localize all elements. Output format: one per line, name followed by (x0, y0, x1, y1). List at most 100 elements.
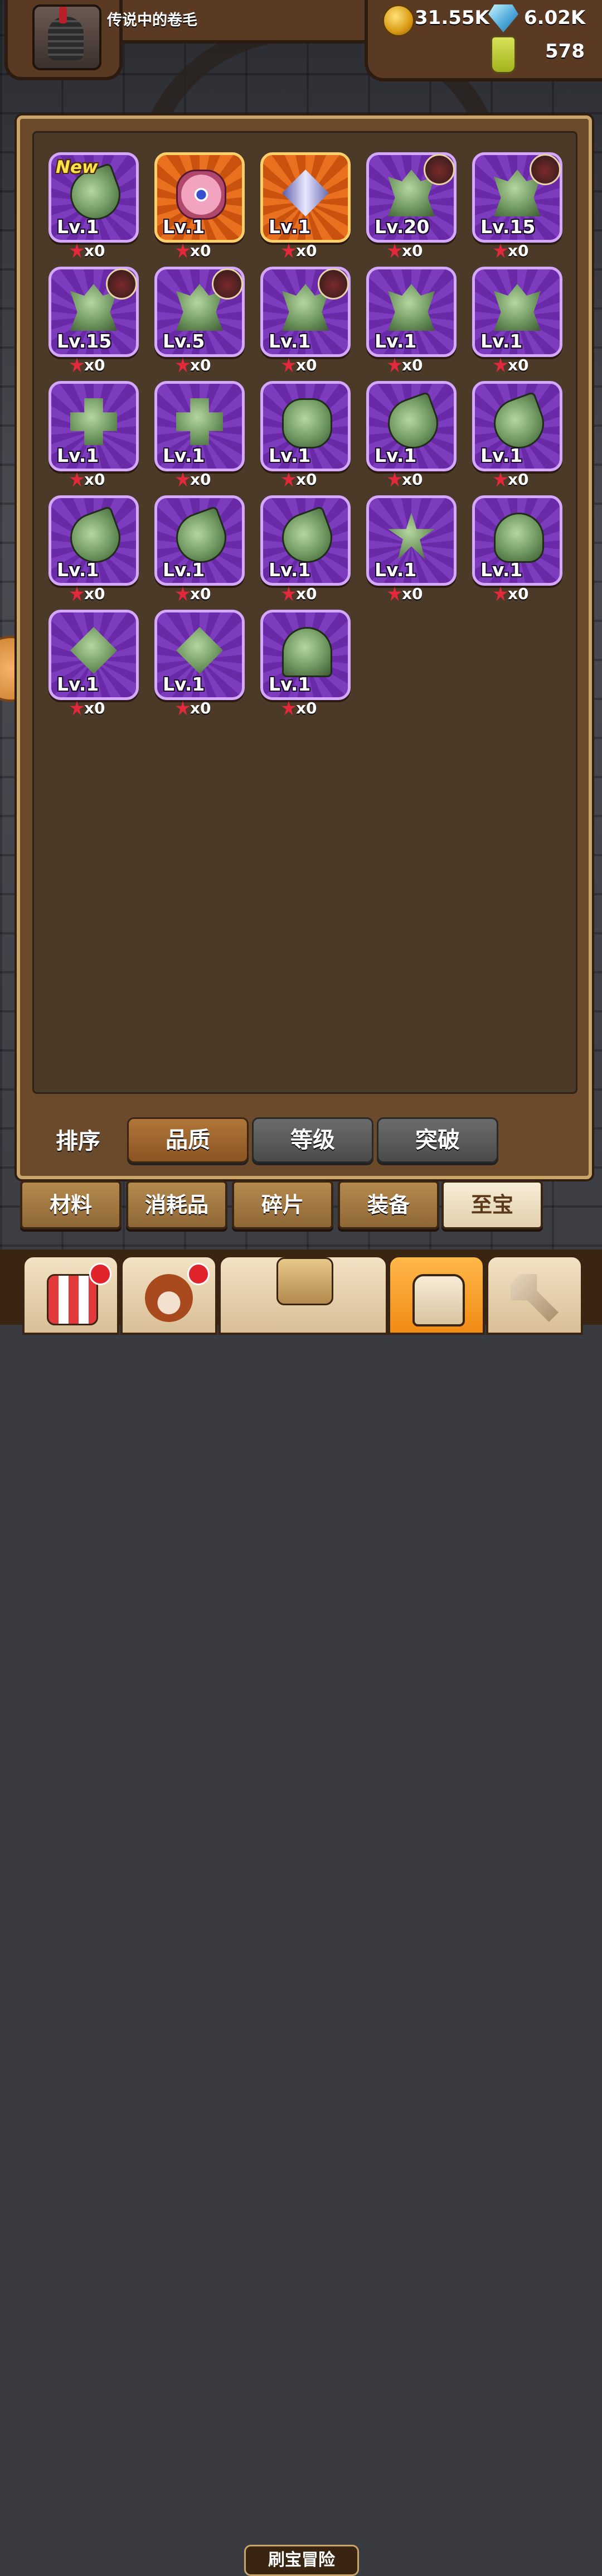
item-count: x0 (176, 242, 211, 262)
item-count: x0 (176, 470, 211, 490)
item-card[interactable]: Lv.1 (472, 267, 562, 357)
item-cell[interactable]: Lv.1 x0 (48, 495, 140, 603)
item-count-value: x0 (296, 242, 317, 260)
backpack-icon (412, 1274, 465, 1326)
item-card[interactable]: Lv.15 (48, 267, 139, 357)
tab-materials[interactable]: 材料 (20, 1180, 122, 1229)
nav-shop[interactable] (22, 1255, 119, 1335)
item-cell[interactable]: Lv.1 x0 (366, 267, 458, 374)
item-card[interactable]: Lv.1 (260, 495, 351, 586)
red-star-icon (493, 243, 508, 258)
red-star-icon (387, 472, 402, 487)
item-card[interactable]: Lv.1 (48, 610, 139, 700)
green-cross-icon (70, 398, 117, 445)
item-card[interactable]: Lv.1 (366, 267, 457, 357)
item-count: x0 (387, 470, 423, 490)
item-count-value: x0 (296, 356, 317, 374)
green-crystal-icon (388, 284, 435, 331)
item-level: Lv.15 (57, 330, 112, 352)
item-count: x0 (493, 470, 529, 490)
item-card[interactable]: Lv.1 (154, 152, 245, 243)
nav-heroes[interactable] (120, 1255, 217, 1335)
item-count-value: x0 (402, 585, 423, 603)
item-count: x0 (176, 585, 211, 605)
item-level: Lv.1 (269, 673, 311, 695)
item-level: Lv.1 (375, 330, 417, 352)
avatar[interactable] (32, 4, 101, 70)
red-star-icon (387, 586, 402, 601)
item-level: Lv.15 (480, 216, 536, 238)
item-cell[interactable]: Lv.1 x0 (260, 152, 352, 260)
item-cell[interactable]: Lv.1 x0 (260, 267, 352, 374)
sort-breakthrough-button[interactable]: 突破 (377, 1117, 498, 1163)
item-card[interactable]: Lv.1 (154, 495, 245, 586)
item-cell[interactable]: Lv.1 x0 (154, 610, 246, 717)
item-card[interactable]: Lv.1 (154, 381, 245, 471)
sort-level-button[interactable]: 等级 (252, 1117, 373, 1163)
tab-fragments[interactable]: 碎片 (232, 1180, 333, 1229)
item-card[interactable]: Lv.1 (154, 610, 245, 700)
item-cell[interactable]: Lv.20 x0 (366, 152, 458, 260)
hero-portrait-icon (424, 154, 455, 185)
item-cell[interactable]: Lv.5 x0 (154, 267, 246, 374)
item-level: Lv.1 (269, 330, 311, 352)
item-level: Lv.1 (57, 673, 99, 695)
item-count: x0 (281, 470, 317, 490)
avatar-frame[interactable] (4, 0, 123, 80)
item-card[interactable]: Lv.15 (472, 152, 562, 243)
red-star-icon (281, 243, 296, 258)
nav-inventory[interactable] (388, 1255, 485, 1335)
item-cell[interactable]: Lv.1 x0 (260, 495, 352, 603)
red-star-icon (70, 358, 84, 373)
item-card[interactable]: Lv.1 (366, 495, 457, 586)
nav-adventure[interactable] (219, 1255, 388, 1335)
item-cell[interactable]: New Lv.1 x0 (48, 152, 140, 260)
bottom-nav: 刷宝冒险 (0, 1250, 602, 2576)
item-cell[interactable]: Lv.15 x0 (472, 152, 564, 260)
tab-consumables[interactable]: 消耗品 (126, 1180, 227, 1229)
green-cross-icon (176, 398, 223, 445)
item-card[interactable]: Lv.20 (366, 152, 457, 243)
item-card[interactable]: Lv.1 (472, 495, 562, 586)
nav-forge[interactable] (486, 1255, 583, 1335)
tab-equipment[interactable]: 装备 (338, 1180, 439, 1229)
red-star-icon (176, 243, 190, 258)
item-count-value: x0 (84, 242, 105, 260)
item-cell[interactable]: Lv.1 x0 (260, 610, 352, 717)
red-star-icon (281, 586, 296, 601)
item-count-value: x0 (84, 699, 105, 717)
category-tabs: 材料 消耗品 碎片 装备 至宝 (0, 1178, 602, 1234)
item-cell[interactable]: Lv.1 x0 (154, 152, 246, 260)
item-card[interactable]: Lv.1 (48, 381, 139, 471)
item-cell[interactable]: Lv.1 x0 (472, 381, 564, 489)
item-card[interactable]: Lv.1 (260, 610, 351, 700)
item-count-value: x0 (296, 470, 317, 489)
green-diamond-icon (176, 627, 223, 674)
item-cell[interactable]: Lv.1 x0 (48, 610, 140, 717)
item-cell[interactable]: Lv.1 x0 (154, 381, 246, 489)
item-count: x0 (493, 585, 529, 605)
sort-quality-button[interactable]: 品质 (127, 1117, 249, 1163)
item-card[interactable]: Lv.1 (260, 381, 351, 471)
item-card[interactable]: Lv.5 (154, 267, 245, 357)
tab-treasures[interactable]: 至宝 (441, 1180, 543, 1229)
red-star-icon (70, 243, 84, 258)
item-cell[interactable]: Lv.1 x0 (472, 267, 564, 374)
item-level: Lv.1 (375, 445, 417, 466)
item-card[interactable]: New Lv.1 (48, 152, 139, 243)
item-cell[interactable]: Lv.1 x0 (472, 495, 564, 603)
item-cell[interactable]: Lv.1 x0 (366, 381, 458, 489)
item-card[interactable]: Lv.1 (260, 267, 351, 357)
item-card[interactable]: Lv.1 (472, 381, 562, 471)
item-card[interactable]: Lv.1 (48, 495, 139, 586)
item-card[interactable]: Lv.1 (260, 152, 351, 243)
red-star-icon (387, 358, 402, 373)
item-cell[interactable]: Lv.15 x0 (48, 267, 140, 374)
item-count: x0 (70, 470, 105, 490)
item-cell[interactable]: Lv.1 x0 (260, 381, 352, 489)
item-card[interactable]: Lv.1 (366, 381, 457, 471)
item-cell[interactable]: Lv.1 x0 (48, 381, 140, 489)
item-cell[interactable]: Lv.1 x0 (154, 495, 246, 603)
item-cell[interactable]: Lv.1 x0 (366, 495, 458, 603)
item-count-value: x0 (402, 242, 423, 260)
